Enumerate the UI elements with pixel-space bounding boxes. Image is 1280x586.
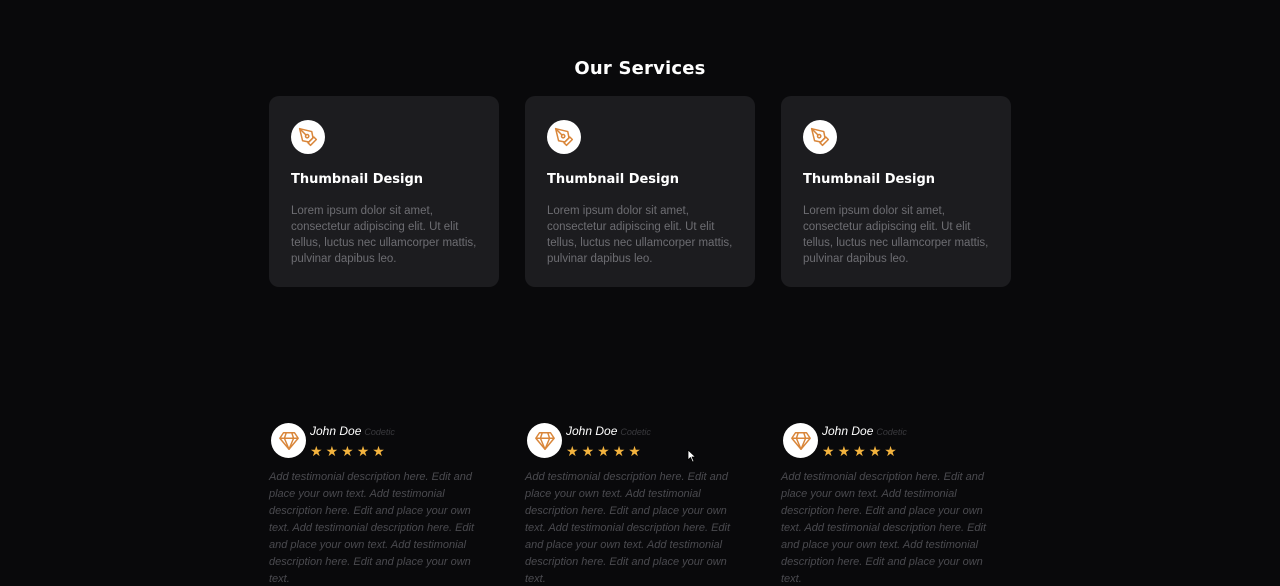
pen-nib-icon (547, 120, 581, 154)
testimonial-header: John Doe Codetic ★ ★ ★ ★ ★ (781, 423, 1001, 461)
star-icon: ★ (597, 443, 610, 459)
service-card-description: Lorem ipsum dolor sit amet, consectetur … (547, 205, 733, 265)
testimonial-company: Codetic (364, 427, 395, 437)
service-card[interactable]: Thumbnail Design Lorem ipsum dolor sit a… (781, 96, 1011, 287)
service-card[interactable]: Thumbnail Design Lorem ipsum dolor sit a… (269, 96, 499, 287)
testimonial-company: Codetic (876, 427, 907, 437)
star-icon: ★ (372, 443, 385, 459)
star-rating: ★ ★ ★ ★ ★ (310, 444, 395, 458)
star-icon: ★ (356, 443, 370, 459)
mouse-cursor-icon (687, 449, 696, 463)
star-icon: ★ (822, 443, 835, 459)
testimonial-item: John Doe Codetic ★ ★ ★ ★ ★ Add testimonia… (525, 423, 745, 586)
star-icon: ★ (581, 443, 595, 459)
testimonial-item: John Doe Codetic ★ ★ ★ ★ ★ Add testimonia… (781, 423, 1001, 586)
star-icon: ★ (612, 443, 626, 459)
service-card[interactable]: Thumbnail Design Lorem ipsum dolor sit a… (525, 96, 755, 287)
star-icon: ★ (884, 443, 897, 459)
service-card-title: Thumbnail Design (291, 172, 424, 187)
testimonial-name: John Doe (566, 424, 618, 438)
pen-nib-icon (291, 120, 325, 154)
star-icon: ★ (566, 443, 579, 459)
testimonial-name: John Doe (310, 424, 362, 438)
diamond-icon (783, 423, 818, 458)
service-card-description: Lorem ipsum dolor sit amet, consectetur … (291, 205, 477, 265)
testimonial-header: John Doe Codetic ★ ★ ★ ★ ★ (525, 423, 745, 461)
star-rating: ★ ★ ★ ★ ★ (822, 444, 907, 458)
star-icon: ★ (341, 443, 354, 459)
testimonial-meta: John Doe Codetic ★ ★ ★ ★ ★ (566, 423, 651, 458)
testimonial-company: Codetic (620, 427, 651, 437)
testimonial-description: Add testimonial description here. Edit a… (781, 471, 987, 585)
testimonial-item: John Doe Codetic ★ ★ ★ ★ ★ Add testimonia… (269, 423, 489, 586)
services-cards: Thumbnail Design Lorem ipsum dolor sit a… (269, 96, 1013, 288)
testimonial-name-row: John Doe Codetic (566, 423, 651, 440)
testimonial-meta: John Doe Codetic ★ ★ ★ ★ ★ (822, 423, 907, 458)
star-icon: ★ (628, 443, 641, 459)
page: Our Services Thumbnail Design Lorem ipsu… (0, 0, 1280, 586)
diamond-icon (527, 423, 562, 458)
testimonial-name-row: John Doe Codetic (822, 423, 907, 440)
star-icon: ★ (853, 443, 866, 459)
star-icon: ★ (310, 443, 323, 459)
testimonials: John Doe Codetic ★ ★ ★ ★ ★ Add testimonia… (269, 423, 1013, 586)
service-card-title: Thumbnail Design (803, 172, 936, 187)
star-icon: ★ (325, 443, 339, 459)
testimonial-header: John Doe Codetic ★ ★ ★ ★ ★ (269, 423, 489, 461)
diamond-icon (271, 423, 306, 458)
services-title: Our Services (574, 58, 706, 79)
testimonial-meta: John Doe Codetic ★ ★ ★ ★ ★ (310, 423, 395, 458)
testimonial-description: Add testimonial description here. Edit a… (269, 471, 475, 585)
star-rating: ★ ★ ★ ★ ★ (566, 444, 651, 458)
service-card-title: Thumbnail Design (547, 172, 680, 187)
star-icon: ★ (868, 443, 882, 459)
star-icon: ★ (837, 443, 851, 459)
pen-nib-icon (803, 120, 837, 154)
testimonial-description: Add testimonial description here. Edit a… (525, 471, 731, 585)
service-card-description: Lorem ipsum dolor sit amet, consectetur … (803, 205, 989, 265)
testimonial-name-row: John Doe Codetic (310, 423, 395, 440)
testimonial-name: John Doe (822, 424, 874, 438)
